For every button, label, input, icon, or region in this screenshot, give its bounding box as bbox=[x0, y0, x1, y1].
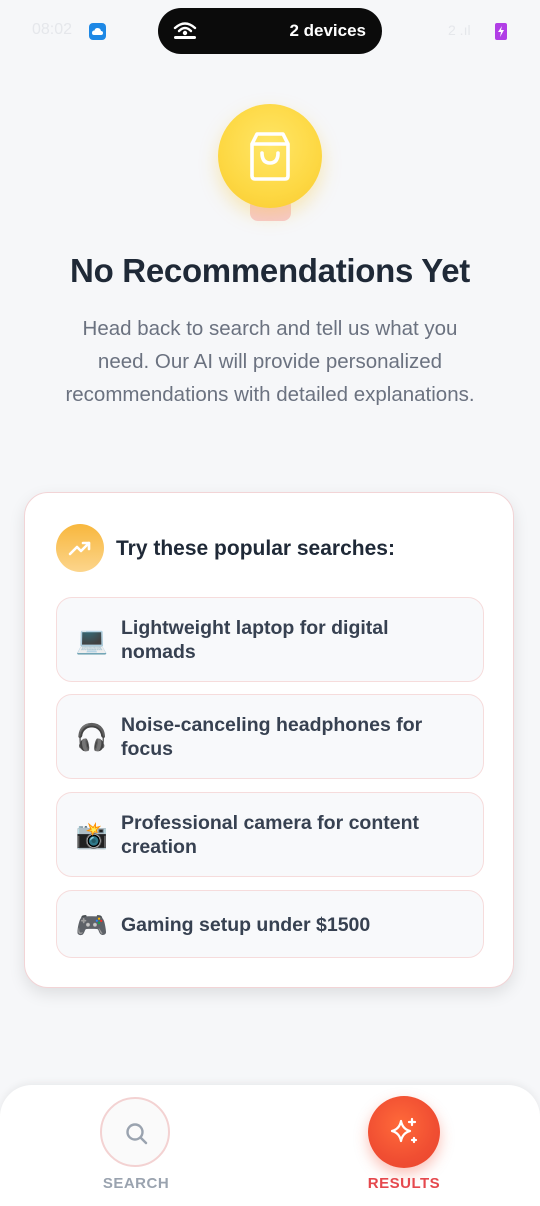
suggestion-label: Noise-canceling headphones for focus bbox=[121, 714, 423, 760]
game-controller-icon: 🎮 bbox=[75, 910, 109, 940]
nav-search-label: SEARCH bbox=[102, 1175, 170, 1192]
trending-up-icon bbox=[56, 524, 104, 572]
suggestion-gaming[interactable]: 🎮 Gaming setup under $1500 bbox=[56, 890, 484, 958]
laptop-icon: 💻 bbox=[75, 625, 109, 655]
suggestion-label: Gaming setup under $1500 bbox=[121, 914, 371, 936]
page-description: Head back to search and tell us what you… bbox=[65, 317, 475, 406]
suggestion-camera[interactable]: 📸 Professional camera for content creati… bbox=[56, 792, 484, 877]
shopping-bag-icon bbox=[218, 104, 322, 208]
sparkles-icon bbox=[390, 1117, 418, 1144]
search-button[interactable] bbox=[100, 1097, 170, 1167]
camera-icon: 📸 bbox=[75, 820, 109, 850]
nav-search[interactable]: SEARCH bbox=[56, 1085, 216, 1206]
results-button[interactable] bbox=[368, 1096, 440, 1168]
battery-icon bbox=[495, 23, 507, 40]
page-title: No Recommendations Yet bbox=[70, 252, 470, 289]
bottom-nav: SEARCH RESULTS bbox=[0, 1085, 540, 1206]
nav-results-label: RESULTS bbox=[367, 1175, 441, 1192]
status-time: 08:02 bbox=[32, 21, 73, 38]
suggestion-label: Lightweight laptop for digital nomads bbox=[121, 617, 389, 663]
card-title: Try these popular searches: bbox=[116, 537, 395, 560]
headphones-icon: 🎧 bbox=[75, 722, 109, 752]
status-bar: 08:02 2 devices 2 .ıl bbox=[0, 0, 540, 62]
hotspot-devices-text: 2 devices bbox=[289, 21, 366, 40]
popular-searches-card: Try these popular searches: 💻 Lightweigh… bbox=[24, 492, 514, 988]
suggestion-headphones[interactable]: 🎧 Noise-canceling headphones for focus bbox=[56, 694, 484, 779]
suggestion-laptop[interactable]: 💻 Lightweight laptop for digital nomads bbox=[56, 597, 484, 682]
hotspot-icon bbox=[172, 19, 198, 46]
suggestion-label: Professional camera for content creation bbox=[121, 812, 420, 858]
cloud-app-icon bbox=[89, 23, 106, 40]
signal-indicator: 2 .ıl bbox=[448, 22, 471, 38]
nav-results[interactable]: RESULTS bbox=[324, 1085, 484, 1206]
hotspot-pill[interactable]: 2 devices bbox=[158, 8, 382, 54]
